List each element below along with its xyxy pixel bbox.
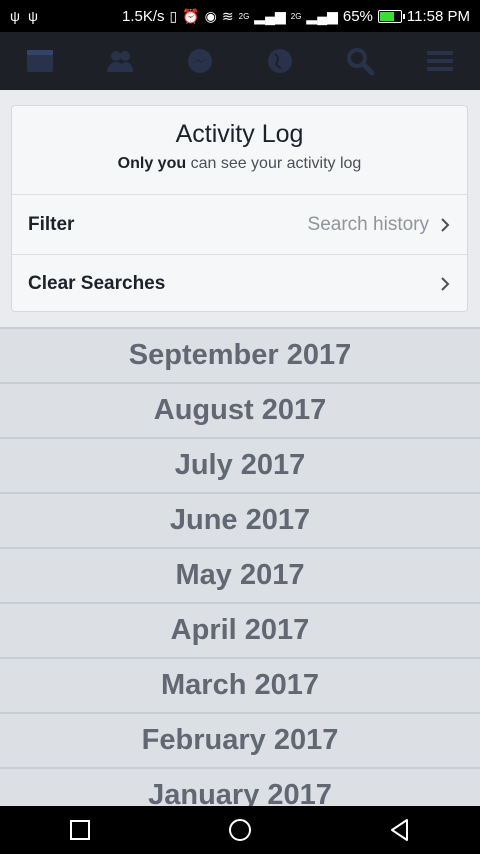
- clear-searches-label: Clear Searches: [28, 273, 166, 294]
- month-item[interactable]: February 2017: [0, 712, 480, 767]
- network-speed: 1.5K/s: [121, 7, 165, 25]
- battery-percent: 65%: [342, 7, 373, 25]
- month-item[interactable]: July 2017: [0, 437, 480, 492]
- friends-icon[interactable]: [102, 43, 138, 79]
- month-item[interactable]: May 2017: [0, 547, 480, 602]
- battery-icon: [377, 9, 405, 23]
- signal-1-label: 2G: [238, 11, 250, 21]
- alarm-icon: ⏰: [182, 8, 200, 24]
- messenger-icon[interactable]: [182, 43, 218, 79]
- month-item[interactable]: June 2017: [0, 492, 480, 547]
- clear-searches-row[interactable]: Clear Searches: [12, 254, 467, 313]
- filter-value: Search history: [307, 213, 429, 235]
- signal-2-icon: ▂▄▆: [306, 8, 338, 24]
- month-item[interactable]: April 2017: [0, 602, 480, 657]
- news-feed-icon[interactable]: [22, 43, 58, 79]
- app-navbar: [0, 32, 480, 90]
- home-circle-icon[interactable]: [227, 817, 253, 843]
- eye-comfort-icon: ◉: [204, 8, 217, 24]
- chevron-right-icon: [441, 217, 450, 232]
- month-item[interactable]: August 2017: [0, 382, 480, 437]
- signal-1-icon: ▂▄▆: [254, 8, 286, 24]
- recents-square-icon[interactable]: [67, 817, 93, 843]
- month-item[interactable]: September 2017: [0, 327, 480, 382]
- subtitle-rest: can see your activity log: [186, 155, 362, 172]
- subtitle-bold: Only you: [117, 155, 187, 172]
- vibrate-icon: ▯: [169, 8, 178, 24]
- card-header: Activity Log Only you can see your activ…: [12, 106, 467, 195]
- month-item[interactable]: March 2017: [0, 657, 480, 712]
- usb-debug-icon: ψ: [27, 8, 38, 24]
- activity-log-card: Activity Log Only you can see your activ…: [11, 105, 468, 312]
- status-bar: ψ ψ 1.5K/s ▯ ⏰ ◉ ≋ 2G ▂▄▆ 2G ▂▄▆ 65% 11:…: [0, 0, 480, 32]
- system-navigation-bar: [0, 806, 480, 854]
- back-triangle-icon[interactable]: [387, 817, 413, 843]
- wifi-icon: ≋: [221, 8, 234, 24]
- usb-icon: ψ: [10, 8, 20, 24]
- filter-label: Filter: [28, 213, 75, 235]
- month-item[interactable]: January 2017: [0, 767, 480, 806]
- filter-row[interactable]: Filter Search history: [12, 195, 467, 254]
- menu-icon[interactable]: [422, 43, 458, 79]
- notifications-globe-icon[interactable]: [262, 43, 298, 79]
- signal-2-label: 2G: [290, 11, 302, 21]
- page-subtitle: Only you can see your activity log: [12, 155, 467, 173]
- activity-log-content: Activity Log Only you can see your activ…: [0, 90, 480, 806]
- clock: 11:58 PM: [406, 7, 470, 25]
- month-list: September 2017 August 2017 July 2017 Jun…: [0, 327, 480, 806]
- chevron-right-icon: [441, 277, 450, 291]
- page-title: Activity Log: [175, 120, 304, 148]
- search-icon[interactable]: [342, 43, 378, 79]
